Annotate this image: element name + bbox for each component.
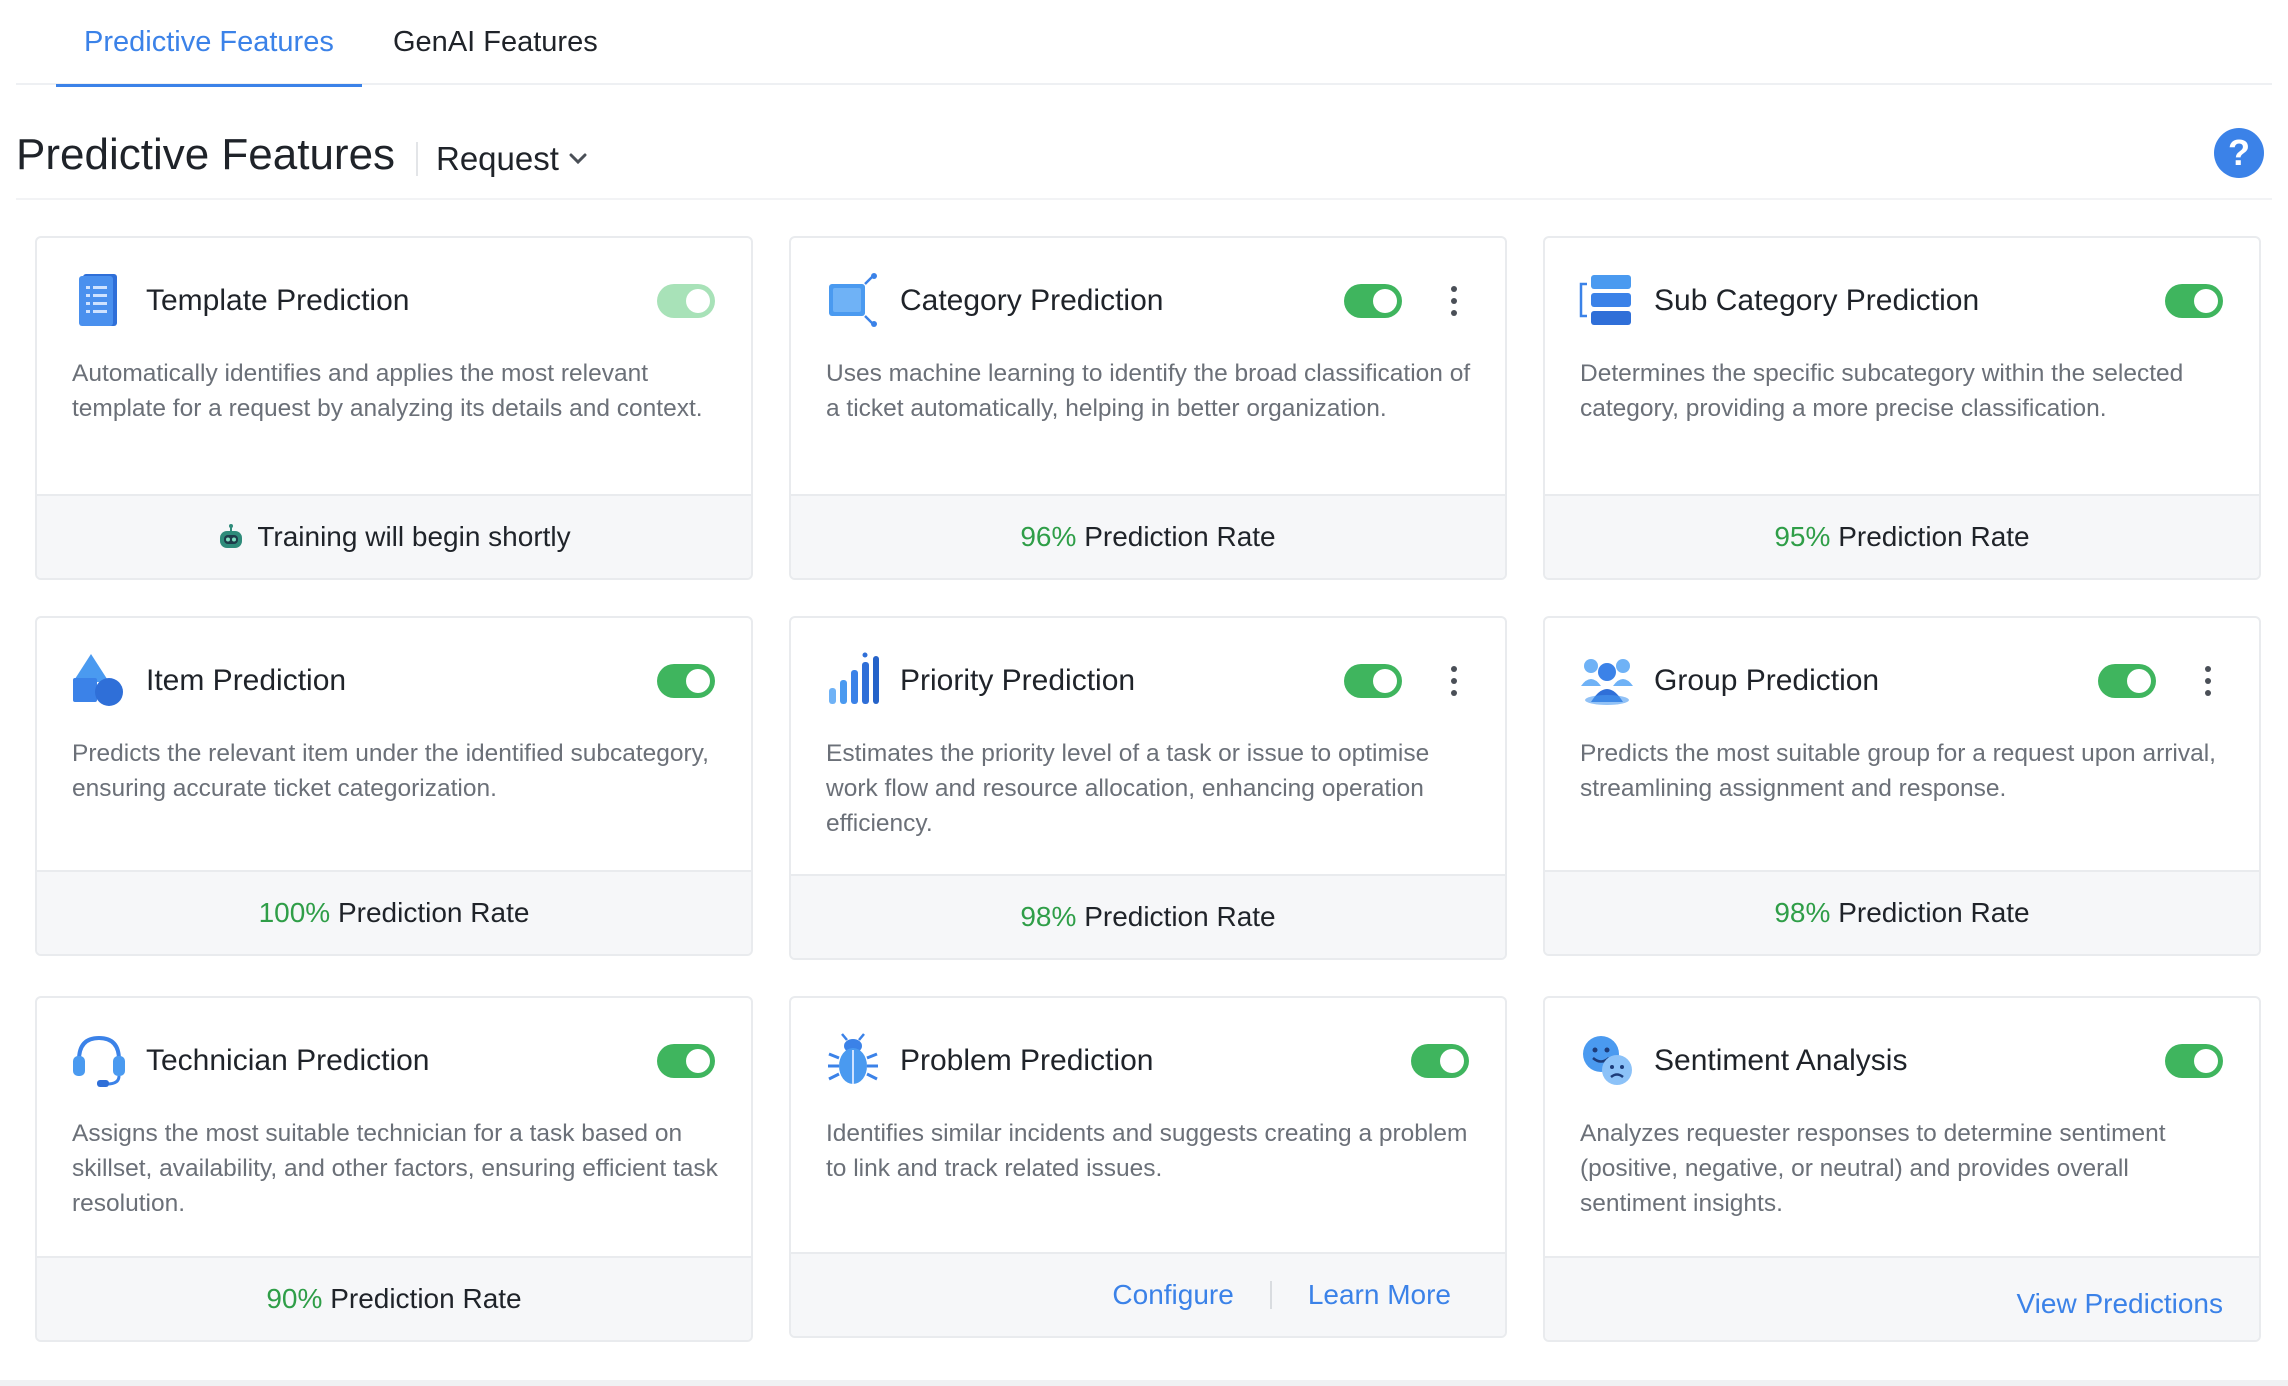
- item-icon: [73, 654, 123, 706]
- card-title: Sub Category Prediction: [1654, 284, 1980, 317]
- card-group-prediction: Group Prediction Predicts the most suita…: [1543, 616, 2261, 956]
- card-sentiment-analysis: Sentiment Analysis Analyzes requester re…: [1543, 996, 2261, 1342]
- card-item-prediction: Item Prediction Predicts the relevant it…: [35, 616, 753, 956]
- footer-divider: [1269, 1281, 1272, 1309]
- enable-toggle[interactable]: [1344, 284, 1402, 318]
- prediction-rate-value: 98%: [1774, 897, 1831, 928]
- prediction-rate-value: 100%: [258, 897, 331, 928]
- enable-toggle[interactable]: [1411, 1044, 1469, 1078]
- card-description: Identifies similar incidents and suggest…: [826, 1120, 1468, 1182]
- more-options-icon[interactable]: [1444, 282, 1464, 320]
- prediction-rate-label: Prediction Rate: [1838, 897, 2030, 928]
- card-description: Assigns the most suitable technician for…: [72, 1120, 718, 1217]
- prediction-rate-label: Prediction Rate: [1084, 521, 1276, 552]
- prediction-rate-value: 98%: [1020, 901, 1077, 932]
- card-description: Automatically identifies and applies the…: [72, 360, 703, 422]
- card-title: Technician Prediction: [146, 1044, 430, 1077]
- prediction-rate-label: Prediction Rate: [1084, 901, 1276, 932]
- card-technician-prediction: Technician Prediction Assigns the most s…: [35, 996, 753, 1342]
- header-divider: [416, 142, 418, 176]
- enable-toggle[interactable]: [2165, 284, 2223, 318]
- card-title: Category Prediction: [900, 284, 1164, 317]
- enable-toggle[interactable]: [657, 664, 715, 698]
- tab-predictive-features[interactable]: Predictive Features: [56, 26, 362, 87]
- card-subcategory-prediction: Sub Category Prediction Determines the s…: [1543, 236, 2261, 580]
- card-description: Estimates the priority level of a task o…: [826, 740, 1430, 837]
- tab-genai-features[interactable]: GenAI Features: [393, 26, 598, 85]
- page-bottom-border: [0, 1380, 2288, 1386]
- prediction-rate-label: Prediction Rate: [1838, 521, 2030, 552]
- enable-toggle[interactable]: [2165, 1044, 2223, 1078]
- card-footer: Configure Learn More: [791, 1252, 1505, 1336]
- card-footer: 98% Prediction Rate: [791, 874, 1505, 958]
- tab-bar: Predictive Features GenAI Features: [16, 0, 2272, 87]
- page-title: Predictive Features: [16, 130, 396, 179]
- question-icon: ?: [2228, 132, 2250, 173]
- card-footer: 95% Prediction Rate: [1545, 494, 2259, 578]
- training-status: Training will begin shortly: [257, 521, 571, 552]
- prediction-rate-value: 96%: [1020, 521, 1077, 552]
- priority-bars-icon: [829, 652, 879, 704]
- card-title: Group Prediction: [1654, 664, 1880, 697]
- enable-toggle[interactable]: [1344, 664, 1402, 698]
- chevron-down-icon: [569, 153, 587, 165]
- card-footer: 98% Prediction Rate: [1545, 870, 2259, 954]
- card-title: Problem Prediction: [900, 1044, 1154, 1077]
- card-problem-prediction: Problem Prediction Identifies similar in…: [789, 996, 1507, 1338]
- card-category-prediction: Category Prediction Uses machine learnin…: [789, 236, 1507, 580]
- card-description: Predicts the most suitable group for a r…: [1580, 740, 2216, 802]
- category-icon: [829, 273, 877, 327]
- robot-icon: [220, 524, 243, 548]
- group-icon: [1581, 659, 1633, 705]
- card-footer: 90% Prediction Rate: [37, 1256, 751, 1340]
- card-title: Item Prediction: [146, 664, 347, 697]
- more-options-icon[interactable]: [1444, 662, 1464, 700]
- card-description: Analyzes requester responses to determin…: [1580, 1120, 2166, 1217]
- subcategory-icon: [1579, 275, 1631, 325]
- card-footer: 100% Prediction Rate: [37, 870, 751, 954]
- card-description: Uses machine learning to identify the br…: [826, 360, 1471, 422]
- card-priority-prediction: Priority Prediction Estimates the priori…: [789, 616, 1507, 960]
- headset-icon: [73, 1035, 125, 1087]
- card-footer: Training will begin shortly: [37, 494, 751, 578]
- prediction-rate-value: 95%: [1774, 521, 1831, 552]
- template-icon: [79, 274, 117, 326]
- card-title: Template Prediction: [146, 284, 410, 317]
- bug-icon: [828, 1033, 878, 1084]
- more-options-icon[interactable]: [2198, 662, 2218, 700]
- enable-toggle[interactable]: [657, 284, 715, 318]
- configure-link[interactable]: Configure: [1112, 1279, 1233, 1311]
- card-description: Determines the specific subcategory with…: [1580, 360, 2184, 422]
- prediction-rate-value: 90%: [266, 1283, 323, 1314]
- enable-toggle[interactable]: [657, 1044, 715, 1078]
- prediction-rate-label: Prediction Rate: [330, 1283, 522, 1314]
- card-description: Predicts the relevant item under the ide…: [72, 740, 709, 802]
- module-dropdown-label: Request: [436, 140, 559, 177]
- page-header: Predictive Features Request ?: [16, 128, 2272, 200]
- module-dropdown[interactable]: Request: [436, 140, 587, 178]
- help-button[interactable]: ?: [2214, 128, 2264, 178]
- card-title: Priority Prediction: [900, 664, 1136, 697]
- card-footer: 96% Prediction Rate: [791, 494, 1505, 578]
- view-predictions-link[interactable]: View Predictions: [2017, 1288, 2223, 1320]
- learn-more-link[interactable]: Learn More: [1308, 1279, 1451, 1311]
- card-footer: View Predictions: [1545, 1256, 2259, 1340]
- sentiment-icon: [1583, 1036, 1632, 1085]
- card-title: Sentiment Analysis: [1654, 1044, 1908, 1077]
- enable-toggle[interactable]: [2098, 664, 2156, 698]
- prediction-rate-label: Prediction Rate: [337, 897, 530, 928]
- card-template-prediction: Template Prediction Automatically identi…: [35, 236, 753, 580]
